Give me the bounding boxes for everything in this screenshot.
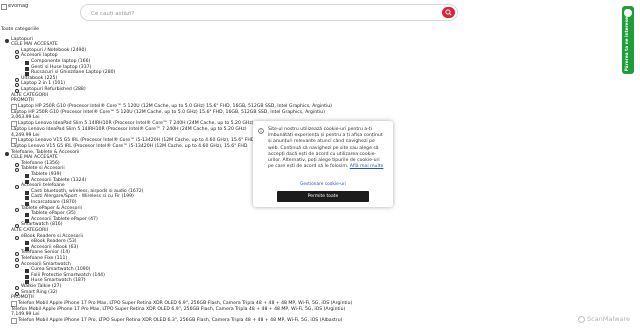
manage-cookies-link[interactable]: Gestionare cookie-uri bbox=[253, 182, 393, 188]
logo-alt-text: evomag bbox=[8, 3, 29, 10]
cookie-consent-dialog: Site-ul nostru utilizează cookie-uri pen… bbox=[253, 121, 393, 207]
category-label[interactable]: Laptopuri bbox=[11, 37, 33, 42]
subcategory-item[interactable]: Tablete ePaper & Accesorii Tablete ePape… bbox=[15, 206, 621, 223]
info-icon bbox=[258, 128, 264, 134]
subcategory-item[interactable]: Laptopuri Refurbished (288) bbox=[15, 87, 621, 93]
cookie-message: Site-ul nostru utilizează cookie-uri pen… bbox=[268, 127, 383, 170]
search-icon bbox=[445, 9, 452, 16]
watermark: ScanMalware bbox=[578, 316, 630, 323]
broken-image-icon bbox=[11, 300, 17, 307]
logo[interactable]: evomag bbox=[1, 4, 28, 10]
product-image-alt[interactable]: Telefon Mobil Apple iPhone 17 Pro Max, L… bbox=[18, 301, 352, 307]
learn-more-link[interactable]: Află mai multe bbox=[350, 164, 384, 169]
product-item[interactable]: Telefon Mobil Apple iPhone 17 Pro Max, L… bbox=[11, 300, 621, 318]
allow-all-button[interactable]: Permite toate bbox=[277, 191, 369, 202]
category-label[interactable]: Telefoane, Tablete & Accesorii bbox=[11, 150, 79, 155]
broken-image-icon bbox=[1, 4, 7, 10]
watermark-text: ScanMalware bbox=[587, 314, 631, 323]
product-image-alt[interactable]: Laptop HP 250R G10 (Procesor Intel® Core… bbox=[18, 104, 332, 110]
broken-image-icon bbox=[11, 103, 17, 110]
subcategory-item[interactable]: Smartwatch (816) bbox=[15, 222, 621, 228]
watermark-logo-icon bbox=[578, 316, 585, 323]
feedback-label: Părerea ta ne interesează bbox=[625, 8, 631, 72]
search-bar bbox=[80, 4, 458, 21]
product-item[interactable]: Telefon Mobil Apple iPhone 17 Pro, LTPO … bbox=[11, 317, 621, 324]
feedback-tab[interactable]: Părerea ta ne interesează bbox=[622, 6, 634, 74]
product-image-alt[interactable]: Laptop Lenovo IdeaPad Slim 5 14IRH10R (P… bbox=[18, 121, 254, 127]
cookie-text-block: Site-ul nostru utilizează cookie-uri pen… bbox=[268, 127, 386, 170]
page-heading: Toate categoriile bbox=[1, 27, 39, 32]
product-image-alt[interactable]: Telefon Mobil Apple iPhone 17 Pro, LTPO … bbox=[18, 318, 342, 324]
search-input[interactable] bbox=[89, 7, 423, 21]
subcategory-item[interactable]: eBook Readere si Accesorii eBook Readere… bbox=[15, 234, 621, 251]
broken-image-icon bbox=[11, 317, 17, 324]
subcategory-item[interactable]: Accesorii laptop Componente laptop (166)… bbox=[15, 53, 621, 76]
subcategory-item[interactable]: Accesorii Smartwatch Curea Smartwatch (1… bbox=[15, 262, 621, 284]
subcategory-item[interactable]: Smart Ring (32) bbox=[15, 290, 621, 296]
product-item[interactable]: Laptop HP 250R G10 (Procesor Intel® Core… bbox=[11, 103, 621, 121]
search-button[interactable] bbox=[442, 7, 455, 18]
